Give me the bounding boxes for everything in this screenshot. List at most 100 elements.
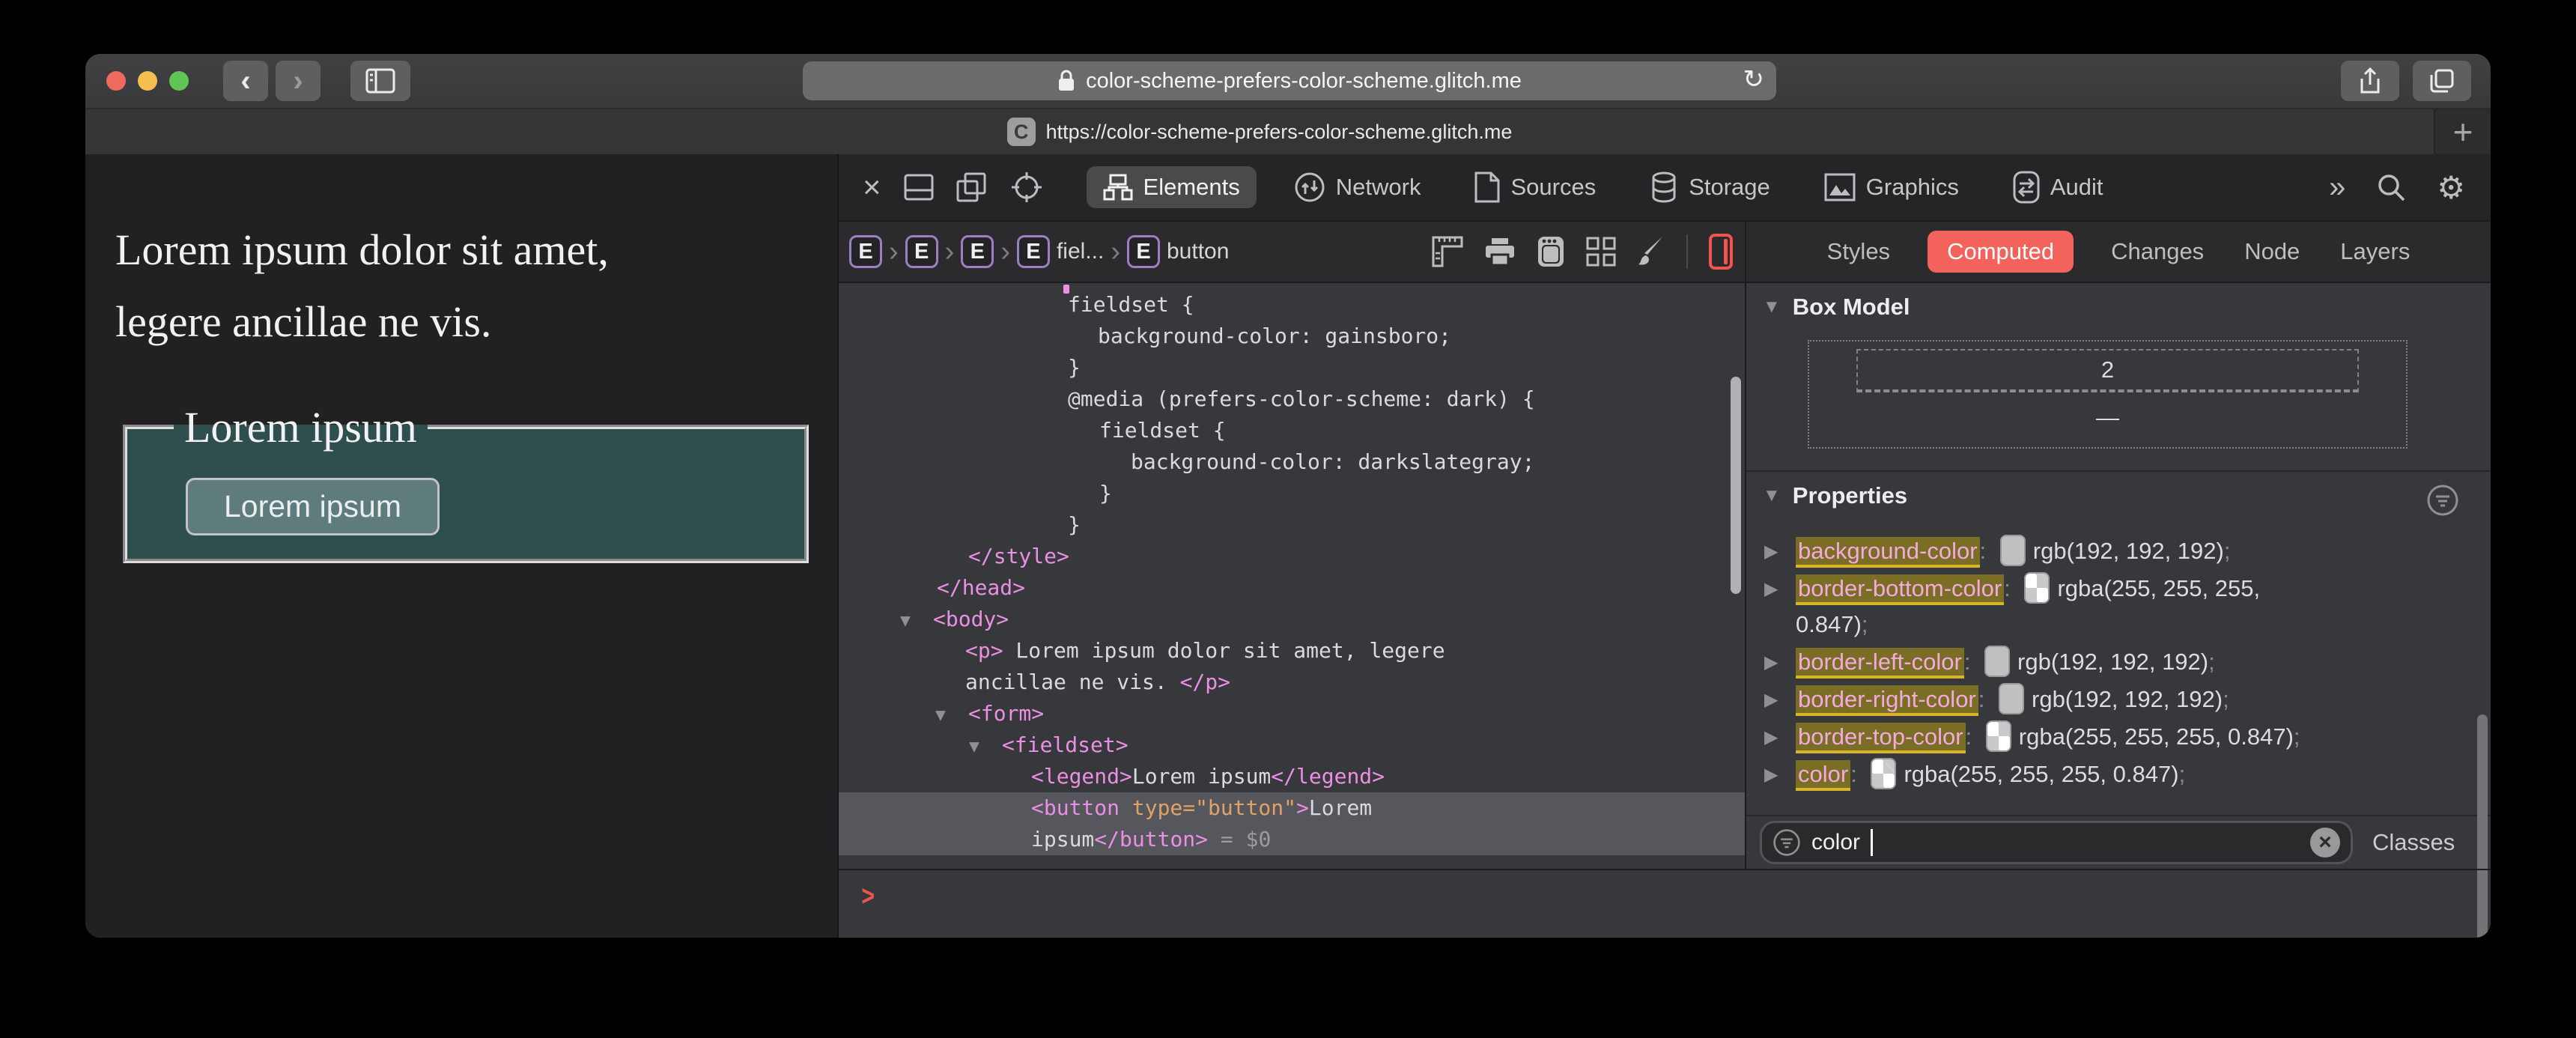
classes-button[interactable]: Classes [2372, 829, 2455, 856]
more-tabs-button[interactable]: » [2329, 171, 2345, 204]
tab-computed[interactable]: Computed [1928, 231, 2074, 273]
property-row[interactable]: ▶ border-right-color: rgb(192, 192, 192); [1746, 682, 2491, 717]
tab-storage[interactable]: Storage [1633, 164, 1787, 210]
breadcrumb-node[interactable]: E [905, 235, 938, 268]
search-button[interactable] [2375, 172, 2407, 203]
code-line[interactable]: <p> Lorem ipsum dolor sit amet, legere [839, 635, 1745, 667]
code-line[interactable]: ancillae ne vis. </p> [839, 667, 1745, 698]
collapse-triangle-icon[interactable]: ▼ [1763, 297, 1781, 318]
sidebar-button[interactable] [350, 61, 410, 101]
code-line[interactable]: ipsum</button> = $0 [839, 824, 1745, 855]
address-bar[interactable]: color-scheme-prefers-color-scheme.glitch… [803, 61, 1776, 100]
tab-layers[interactable]: Layers [2337, 231, 2413, 273]
paintbrush-icon[interactable] [1637, 235, 1665, 268]
code-line[interactable]: } [839, 509, 1745, 541]
code-segment: ancillae ne vis. [965, 670, 1180, 694]
dock-side-button[interactable] [956, 172, 988, 202]
color-swatch[interactable] [1999, 535, 2026, 566]
expand-triangle-icon[interactable]: ▶ [1764, 757, 1778, 793]
grid-icon[interactable] [1586, 237, 1616, 267]
tab-node[interactable]: Node [2241, 231, 2303, 273]
code-line[interactable]: @media (prefers-color-scheme: dark) { [839, 383, 1745, 415]
code-segment: type="button" [1131, 795, 1297, 820]
code-line[interactable]: ▼ <form> [839, 698, 1745, 729]
tab-sources[interactable]: Sources [1458, 164, 1612, 210]
code-line[interactable]: } [839, 352, 1745, 383]
color-swatch[interactable] [1871, 758, 1897, 789]
ruler-icon[interactable] [1432, 236, 1463, 267]
box-model-diagram[interactable]: 2 — [1808, 340, 2408, 449]
tab-elements[interactable]: Elements [1086, 166, 1257, 208]
computed-filter-input[interactable]: color × [1760, 821, 2353, 864]
properties-filter-icon[interactable] [2426, 484, 2459, 517]
code-line[interactable]: ▼ <fieldset> [839, 729, 1745, 761]
breadcrumb-node[interactable]: E [849, 235, 882, 268]
zoom-window-button[interactable] [169, 71, 189, 91]
breadcrumb-label[interactable]: button [1167, 239, 1229, 264]
breadcrumb-node[interactable]: E [1126, 235, 1160, 268]
tab-bar: C https://color-scheme-prefers-color-sch… [85, 108, 2491, 154]
code-segment: background-color: gainsboro; [1098, 324, 1452, 348]
dom-tree-view[interactable]: fieldset { background-color: gainsboro;} @… [839, 283, 1745, 869]
window-frame-icon[interactable] [1537, 235, 1565, 268]
settings-button[interactable]: ⚙ [2437, 169, 2465, 206]
property-row[interactable]: ▶ border-left-color: rgb(192, 192, 192); [1746, 644, 2491, 680]
close-window-button[interactable] [106, 71, 126, 91]
element-picker-button[interactable] [1010, 171, 1043, 204]
code-line[interactable]: ▼ <body> [839, 604, 1745, 635]
property-row[interactable]: ▶ color: rgba(255, 255, 255, 0.847); [1746, 756, 2491, 792]
reload-button[interactable]: ↻ [1743, 64, 1765, 94]
share-button[interactable] [2341, 61, 2399, 101]
breadcrumb-label[interactable]: fiel... [1057, 239, 1104, 264]
expand-triangle-icon[interactable]: ▶ [1764, 720, 1778, 756]
code-line[interactable]: </head> [839, 572, 1745, 604]
dock-bottom-button[interactable] [904, 174, 934, 201]
close-inspector-button[interactable]: × [863, 169, 881, 205]
tab-overview-button[interactable] [2413, 61, 2471, 101]
code-line[interactable]: background-color: darkslategray; [839, 446, 1745, 478]
minimize-window-button[interactable] [138, 71, 157, 91]
color-swatch[interactable] [1999, 683, 2024, 714]
sidebar-icon [365, 68, 395, 94]
property-row[interactable]: ▶ border-bottom-color: rgba(255, 255, 255… [1746, 571, 2491, 643]
code-segment: } [1068, 355, 1081, 380]
force-appearance-icon[interactable] [1709, 234, 1733, 270]
disclosure-triangle-icon[interactable]: ▼ [900, 605, 911, 637]
console-prompt-area[interactable]: > [839, 869, 2491, 938]
expand-triangle-icon[interactable]: ▶ [1764, 645, 1778, 681]
collapse-triangle-icon[interactable]: ▼ [1763, 485, 1781, 506]
clear-filter-button[interactable]: × [2310, 828, 2340, 858]
browser-tab[interactable]: C https://color-scheme-prefers-color-sch… [85, 109, 2434, 154]
code-line[interactable]: <button type="button">Lorem [839, 792, 1745, 824]
disclosure-triangle-icon[interactable]: ▼ [969, 731, 979, 762]
print-icon[interactable] [1484, 237, 1516, 267]
property-row[interactable]: ▶ background-color: rgb(192, 192, 192); [1746, 533, 2491, 569]
tab-graphics[interactable]: Graphics [1808, 166, 1975, 209]
back-button[interactable]: ‹ [223, 61, 268, 101]
breadcrumb-node[interactable]: E [961, 235, 994, 268]
code-line[interactable]: fieldset { [839, 415, 1745, 446]
color-swatch[interactable] [2024, 572, 2050, 604]
color-swatch[interactable] [1984, 646, 2011, 677]
lorem-ipsum-button[interactable]: Lorem ipsum [186, 477, 440, 535]
code-line[interactable]: <legend>Lorem ipsum</legend> [839, 761, 1745, 792]
tab-network[interactable]: Network [1278, 164, 1438, 210]
expand-triangle-icon[interactable]: ▶ [1764, 682, 1778, 718]
expand-triangle-icon[interactable]: ▶ [1764, 571, 1778, 607]
tab-audit[interactable]: Audit [1996, 163, 2120, 211]
color-swatch[interactable] [1985, 720, 2011, 752]
expand-triangle-icon[interactable]: ▶ [1764, 534, 1778, 570]
disclosure-triangle-icon[interactable]: ▼ [935, 699, 946, 731]
property-row[interactable]: ▶ border-top-color: rgba(255, 255, 255, 0… [1746, 719, 2491, 755]
tab-changes[interactable]: Changes [2108, 231, 2207, 273]
tab-favicon: C [1006, 118, 1036, 146]
code-line[interactable]: } [839, 478, 1745, 509]
forward-button[interactable]: › [276, 61, 321, 101]
code-line[interactable]: background-color: gainsboro; [839, 321, 1745, 352]
properties-list: ▶ background-color: rgb(192, 192, 192); ▶ b… [1746, 533, 2491, 792]
new-tab-button[interactable]: + [2434, 109, 2491, 154]
breadcrumb-node[interactable]: E [1016, 235, 1050, 268]
tab-styles[interactable]: Styles [1824, 231, 1893, 273]
code-line[interactable]: </style> [839, 541, 1745, 572]
code-line[interactable]: fieldset { [839, 289, 1745, 321]
